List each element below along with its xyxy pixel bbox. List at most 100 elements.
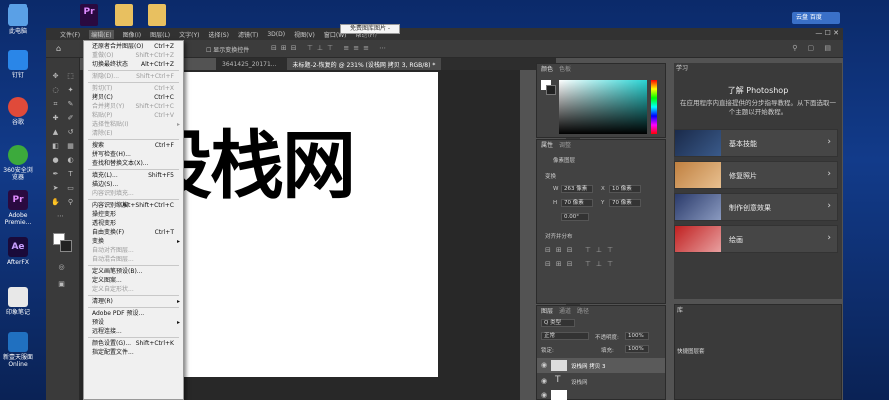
edit-menu-item[interactable]: 定义图案... bbox=[84, 276, 183, 285]
menu-select[interactable]: 选择(S) bbox=[208, 30, 229, 39]
desktop-tile-folder-1[interactable] bbox=[115, 4, 133, 26]
blur-tool-icon[interactable]: ● bbox=[51, 156, 60, 165]
edit-menu-item[interactable]: 拷贝(C) Ctrl+C bbox=[84, 93, 183, 102]
menu-view[interactable]: 视图(V) bbox=[294, 30, 315, 39]
quick-mask-icon[interactable]: ◎ bbox=[57, 263, 66, 272]
history-brush-icon[interactable]: ↺ bbox=[66, 128, 75, 137]
edit-menu-item[interactable]: 还原者合并图层(O) Ctrl+Z bbox=[84, 42, 183, 51]
tab-learn[interactable]: 学习 bbox=[676, 64, 688, 74]
eraser-tool-icon[interactable]: ◧ bbox=[51, 142, 60, 151]
layer-filter-select[interactable]: Q 类型 bbox=[541, 319, 575, 327]
x-field[interactable]: 10 像素 bbox=[609, 185, 641, 193]
height-field[interactable]: 70 像素 bbox=[561, 199, 593, 207]
magic-wand-icon[interactable]: ✦ bbox=[66, 86, 75, 95]
edit-menu-item[interactable]: 自由变换(F) Ctrl+T bbox=[84, 228, 183, 237]
tab-properties[interactable]: 属性 bbox=[541, 141, 553, 151]
zoom-tool-icon[interactable]: ⚲ bbox=[66, 198, 75, 207]
desktop-icon-aftereffects[interactable]: Ae AfterFX bbox=[1, 237, 35, 266]
edit-menu-item[interactable]: 定义自定形状... bbox=[84, 285, 183, 294]
gradient-tool-icon[interactable]: ▦ bbox=[66, 142, 75, 151]
pen-tool-icon[interactable]: ✒ bbox=[51, 170, 60, 179]
doc-tab-1[interactable]: 3641425_20171... bbox=[222, 61, 277, 68]
type-tool-icon[interactable]: T bbox=[66, 170, 75, 179]
desktop-icon-premiere[interactable]: Pr Adobe Premie... bbox=[1, 190, 35, 226]
more-tools-icon[interactable]: ⋯ bbox=[56, 212, 65, 221]
healing-tool-icon[interactable]: ✚ bbox=[51, 114, 60, 123]
learn-card-basics[interactable]: 基本技能 › bbox=[674, 129, 838, 157]
edit-menu-item[interactable]: 操控变形 bbox=[84, 210, 183, 219]
edit-menu-item[interactable]: 自动混合图层... bbox=[84, 255, 183, 264]
lasso-tool-icon[interactable]: ◌ bbox=[51, 86, 60, 95]
edit-menu-item[interactable]: 清理(R) ▸ bbox=[84, 297, 183, 306]
angle-field[interactable]: 0.00° bbox=[561, 213, 589, 221]
y-field[interactable]: 70 像素 bbox=[609, 199, 641, 207]
menu-type[interactable]: 文字(Y) bbox=[179, 30, 199, 39]
home-icon[interactable]: ⌂ bbox=[56, 44, 61, 53]
edit-menu-item[interactable]: 重做(O) Shift+Ctrl+Z bbox=[84, 51, 183, 60]
edit-menu-item[interactable]: 合并拷贝(Y) Shift+Ctrl+C bbox=[84, 102, 183, 111]
screen-mode-icon[interactable]: ▣ bbox=[57, 280, 66, 289]
blend-mode-select[interactable]: 正常 bbox=[541, 332, 589, 340]
show-transform-controls[interactable]: ☐ 显示变换控件 bbox=[206, 45, 249, 54]
menu-layer[interactable]: 图层(L) bbox=[150, 30, 170, 39]
desktop-icon-evernote[interactable]: 印象笔记 bbox=[1, 287, 35, 316]
desktop-tile-folder-2[interactable] bbox=[148, 4, 166, 26]
dodge-tool-icon[interactable]: ◐ bbox=[66, 156, 75, 165]
window-controls[interactable]: — ☐ ✕ bbox=[815, 29, 839, 37]
menu-filter[interactable]: 滤镜(T) bbox=[238, 30, 258, 39]
menu-edit[interactable]: 编辑(E) bbox=[89, 29, 114, 39]
width-field[interactable]: 263 像素 bbox=[561, 185, 593, 193]
edit-menu-item[interactable]: 切换最终状态 Alt+Ctrl+Z bbox=[84, 60, 183, 69]
menu-image[interactable]: 图像(I) bbox=[123, 30, 141, 39]
learn-card-painting[interactable]: 绘画 › bbox=[674, 225, 838, 253]
tab-layers[interactable]: 图层 bbox=[541, 307, 553, 317]
cloud-button[interactable]: 云盘 百度 bbox=[792, 12, 840, 24]
tab-adjustments[interactable]: 调整 bbox=[559, 141, 571, 151]
desktop-icon-chrome[interactable]: 谷歌 bbox=[1, 97, 35, 126]
edit-menu-item[interactable]: 颜色设置(G)... Shift+Ctrl+K bbox=[84, 339, 183, 348]
desktop-tile-premiere[interactable]: Pr bbox=[80, 4, 98, 26]
eye-icon[interactable]: ◉ bbox=[541, 361, 547, 369]
edit-menu-item[interactable]: 拼写检查(H)... bbox=[84, 150, 183, 159]
edit-menu-item[interactable]: 自动对齐图层... bbox=[84, 246, 183, 255]
library-select[interactable]: 快捷图层套 bbox=[675, 349, 725, 357]
move-tool-icon[interactable]: ✥ bbox=[51, 72, 60, 81]
edit-menu-item[interactable]: 变换 ▸ bbox=[84, 237, 183, 246]
desktop-icon-this-pc[interactable]: 此电脑 bbox=[1, 6, 35, 35]
layer-row-1[interactable]: ◉ 设栈网 拷贝 3 bbox=[537, 358, 665, 373]
eyedropper-icon[interactable]: ✎ bbox=[66, 100, 75, 109]
edit-menu-item[interactable]: 内容识别填充... bbox=[84, 189, 183, 198]
desktop-icon-360[interactable]: 360安全浏览器 bbox=[1, 145, 35, 181]
align-icons[interactable]: ⊟⊞⊟ ⊤⊥⊤ ≡≡≡ ⋯ bbox=[271, 44, 390, 52]
edit-menu-item[interactable]: 渐隐(D)... Shift+Ctrl+F bbox=[84, 72, 183, 81]
menu-3d[interactable]: 3D(D) bbox=[267, 31, 285, 38]
desktop-icon-online[interactable]: 新壹天服面Online bbox=[1, 332, 35, 368]
edit-menu-item[interactable]: 描边(S)... bbox=[84, 180, 183, 189]
edit-menu-item[interactable]: 粘贴(P) Ctrl+V bbox=[84, 111, 183, 120]
option-right-icons[interactable]: ⚲ ▢ ▤ bbox=[792, 44, 835, 52]
marquee-tool-icon[interactable]: ⬚ bbox=[66, 72, 75, 81]
edit-menu-item[interactable]: 远程连接... bbox=[84, 327, 183, 336]
tab-swatches[interactable]: 色板 bbox=[559, 65, 571, 75]
distribute-buttons[interactable]: ⊟⊞⊟ ⊤⊥⊤ bbox=[545, 260, 618, 268]
edit-menu-item[interactable]: 选择性粘贴(I) ▸ bbox=[84, 120, 183, 129]
hand-tool-icon[interactable]: ✋ bbox=[51, 198, 60, 207]
edit-menu-item[interactable]: 搜索 Ctrl+F bbox=[84, 141, 183, 150]
edit-menu-item[interactable]: 定义画笔预设(B)... bbox=[84, 267, 183, 276]
tab-color[interactable]: 颜色 bbox=[541, 65, 553, 75]
edit-menu-item[interactable]: 填充(L)... Shift+F5 bbox=[84, 171, 183, 180]
layer-row-2[interactable]: ◉ T 设栈网 bbox=[537, 374, 665, 388]
learn-card-creative[interactable]: 制作创意效果 › bbox=[674, 193, 838, 221]
edit-menu-item[interactable]: 剪切(T) Ctrl+X bbox=[84, 84, 183, 93]
eye-icon[interactable]: ◉ bbox=[541, 391, 547, 399]
edit-menu-item[interactable]: 透视变形 bbox=[84, 219, 183, 228]
menu-file[interactable]: 文件(F) bbox=[60, 30, 80, 39]
background-color-swatch[interactable] bbox=[60, 240, 72, 252]
crop-tool-icon[interactable]: ⌗ bbox=[51, 100, 60, 109]
hue-slider[interactable] bbox=[651, 80, 657, 134]
eye-icon[interactable]: ◉ bbox=[541, 377, 547, 385]
layer-row-3[interactable]: ◉ bbox=[537, 389, 665, 400]
learn-card-fix-photos[interactable]: 修复照片 › bbox=[674, 161, 838, 189]
tab-paths[interactable]: 路径 bbox=[577, 307, 589, 317]
opacity-field[interactable]: 100% bbox=[625, 332, 649, 340]
